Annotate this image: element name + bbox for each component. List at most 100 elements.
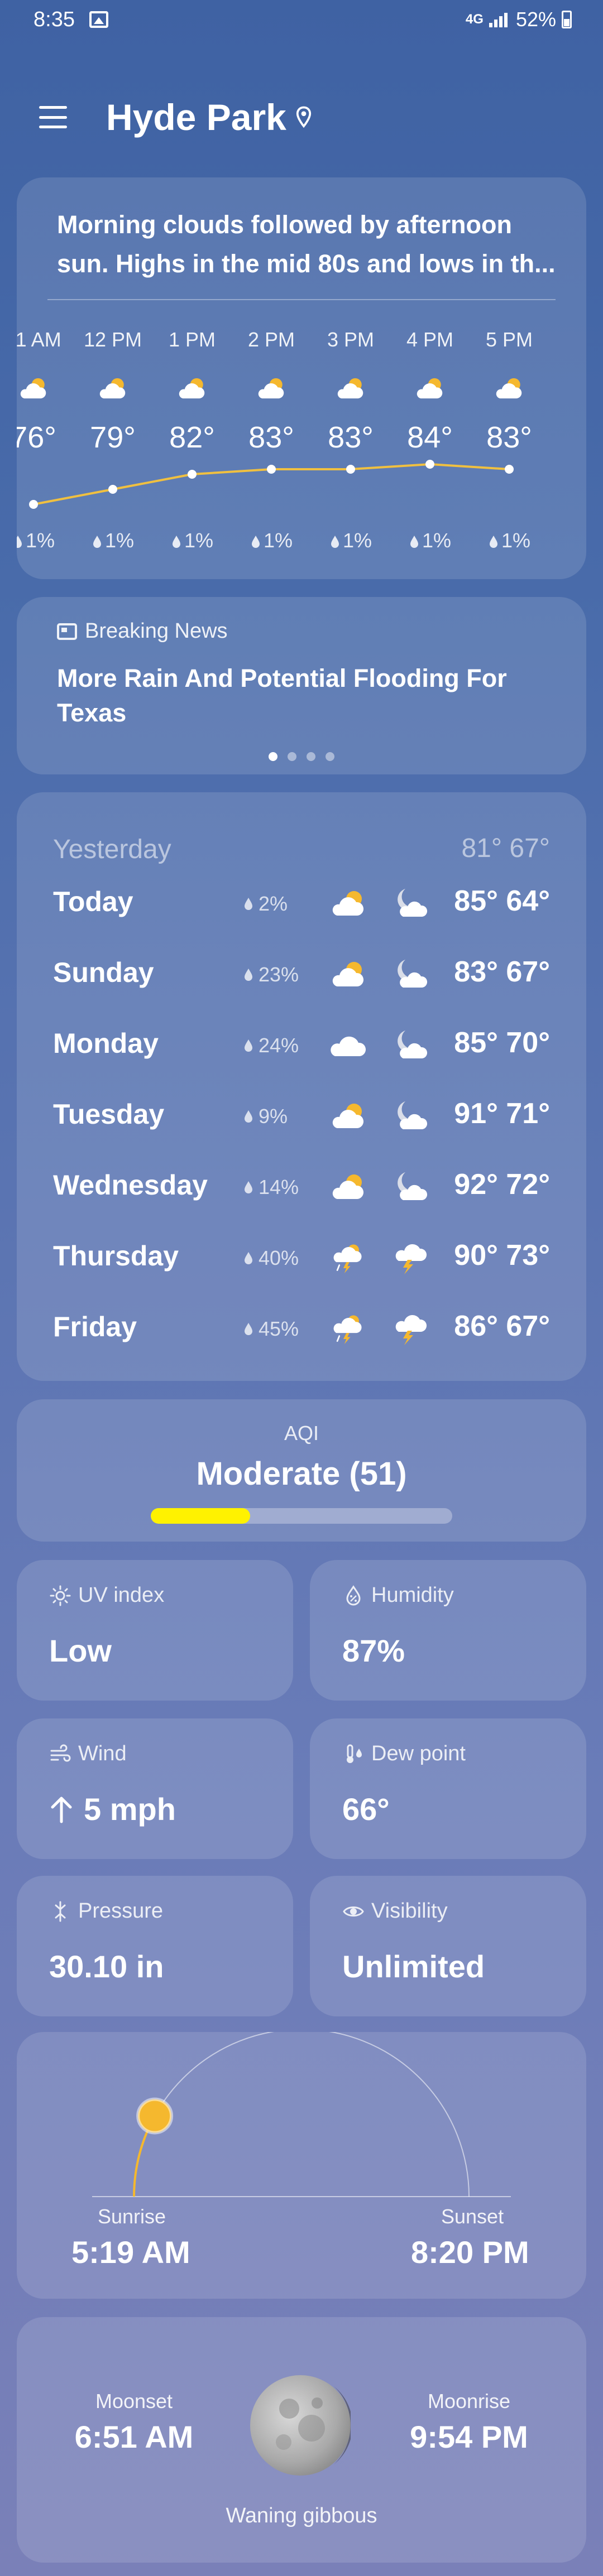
partly-cloudy-icon [20,378,46,399]
moon-craters [276,2386,353,2464]
sun-card[interactable]: Sunrise 5:19 AM Sunset 8:20 PM [17,2032,586,2299]
hour-time: 3 PM [327,328,375,351]
hour-precip: 1% [232,529,310,552]
hour-precip-value: 1% [263,529,293,552]
carousel-dot[interactable] [269,752,277,761]
city-name[interactable]: Hyde Park [106,96,286,138]
sunrise-label: Sunrise [98,2205,166,2228]
forecast-precip-value: 45% [259,1317,299,1340]
hourly-item: 2 PM 83° 1% [232,306,310,568]
network-type: 4G [465,12,484,27]
humidity-tile[interactable]: Humidity 87% [310,1560,586,1701]
visibility-label: Visibility [342,1899,448,1923]
carousel-dot[interactable] [288,752,296,761]
visibility-label-text: Visibility [371,1899,448,1923]
hour-temp: 83° [248,421,294,454]
precip-drop-icon [251,536,260,548]
hour-time: 2 PM [247,328,295,351]
news-headline[interactable]: More Rain And Potential Flooding For Tex… [57,661,559,730]
sunset-time: 8:20 PM [411,2235,529,2270]
precip-drop-icon [410,536,418,548]
uv-label-text: UV index [78,1583,165,1607]
forecast-precip: 14% [243,1176,299,1199]
forecast-precip: 9% [243,1105,288,1128]
forecast-row[interactable]: Today 2% 85° 64° [17,869,586,940]
wind-label: Wind [49,1742,127,1766]
hour-temp: 82° [169,421,215,454]
uv-index-tile[interactable]: UV index Low [17,1560,293,1701]
dew-point-tile[interactable]: Dew point 66° [310,1718,586,1859]
status-bar: 8:35 4G 52% [0,0,603,42]
divider [47,299,556,300]
forecast-temps: 91° 71° [454,1097,550,1130]
forecast-row[interactable]: Monday 24% 85° 70° [17,1010,586,1081]
hour-precip: 1% [312,529,390,552]
forecast-row[interactable]: Wednesday 14% 92° 72° [17,1152,586,1223]
sun-position-icon [136,2097,174,2135]
forecast-row[interactable]: Sunday 23% 83° 67° [17,940,586,1010]
hourly-strip[interactable]: 11 AM76°1%12 PM79°1%1 PM82°1%2 PM83°1%3 … [17,306,586,568]
cloudy-night-icon [398,889,428,917]
forecast-row[interactable]: Friday 45% 86° 67° [17,1294,586,1365]
hourly-forecast-card[interactable]: Morning clouds followed by afternoon sun… [17,177,586,579]
precip-drop-icon [489,536,497,548]
precip-drop-icon [245,969,252,981]
partly-cloudy-icon [496,378,522,399]
carousel-dot[interactable] [326,752,334,761]
dew-point-value: 66° [342,1792,390,1827]
cloudy-night-icon [398,1172,428,1200]
moon-phase-icon [250,2375,353,2476]
dew-point-label: Dew point [342,1742,466,1766]
status-time: 8:35 [34,8,75,31]
dew-point-label-text: Dew point [371,1742,466,1765]
forecast-precip: 23% [243,963,299,986]
pressure-label-text: Pressure [78,1899,164,1923]
forecast-row[interactable]: Tuesday 9% 91° 71° [17,1081,586,1152]
forecast-precip: 2% [243,892,288,916]
cloudy-night-icon [398,1031,428,1058]
partly-cloudy-icon [99,378,126,399]
pressure-tile[interactable]: Pressure 30.10 in [17,1876,293,2016]
forecast-precip-value: 40% [259,1246,299,1269]
pressure-value: 30.10 in [49,1949,164,1984]
forecast-temps: 81° 67° [461,834,550,863]
menu-icon[interactable] [39,106,67,128]
hourly-item: 12 PM 79° 1% [74,306,152,568]
carousel-dot[interactable] [307,752,315,761]
moon-card[interactable]: Moonset 6:51 AM Moonrise 9:54 PM Waning … [17,2317,586,2563]
partly-cloudy-icon [417,378,443,399]
header: Hyde Park [39,92,312,142]
humidity-drop-icon [346,1585,361,1605]
hour-precip: 1% [74,529,152,552]
wind-speed: 5 mph [84,1792,176,1827]
hour-precip: 1% [17,529,73,552]
hour-precip-value: 1% [104,529,135,552]
forecast-temps: 85° 70° [454,1027,550,1059]
hour-time: 12 PM [83,328,142,351]
aqi-bar-fill [151,1508,251,1524]
precip-drop-icon [245,1110,252,1123]
thunder-night-icon [395,1315,427,1345]
wind-tile[interactable]: Wind 5 mph [17,1718,293,1859]
hour-temp: 83° [486,421,532,454]
aqi-card[interactable]: AQI Moderate (51) [17,1399,586,1542]
hour-temp: 83° [328,421,374,454]
news-card[interactable]: Breaking News More Rain And Potential Fl… [17,597,586,774]
hourly-item: 11 AM 76° 1% [17,306,73,568]
visibility-tile[interactable]: Visibility Unlimited [310,1876,586,2016]
forecast-temps: 92° 72° [454,1168,550,1201]
forecast-precip: 45% [243,1317,299,1341]
hour-time: 4 PM [406,328,454,351]
daily-forecast-card[interactable]: Yesterday 81° 67° Today 2% 85° 64° Sunday 23% 8… [17,792,586,1381]
hour-precip-value: 1% [501,529,531,552]
partly-sunny-icon [332,962,364,986]
wind-direction-arrow-icon [51,1797,72,1823]
battery-percent: 52% [515,8,556,31]
forecast-precip: 24% [243,1034,299,1057]
precip-drop-icon [172,536,180,548]
forecast-precip-value: 23% [259,963,299,986]
hour-precip-value: 1% [25,529,55,552]
forecast-row[interactable]: Thursday 40% 90° 73° [17,1223,586,1294]
signal-icon [489,12,510,27]
forecast-precip: 40% [243,1246,299,1270]
